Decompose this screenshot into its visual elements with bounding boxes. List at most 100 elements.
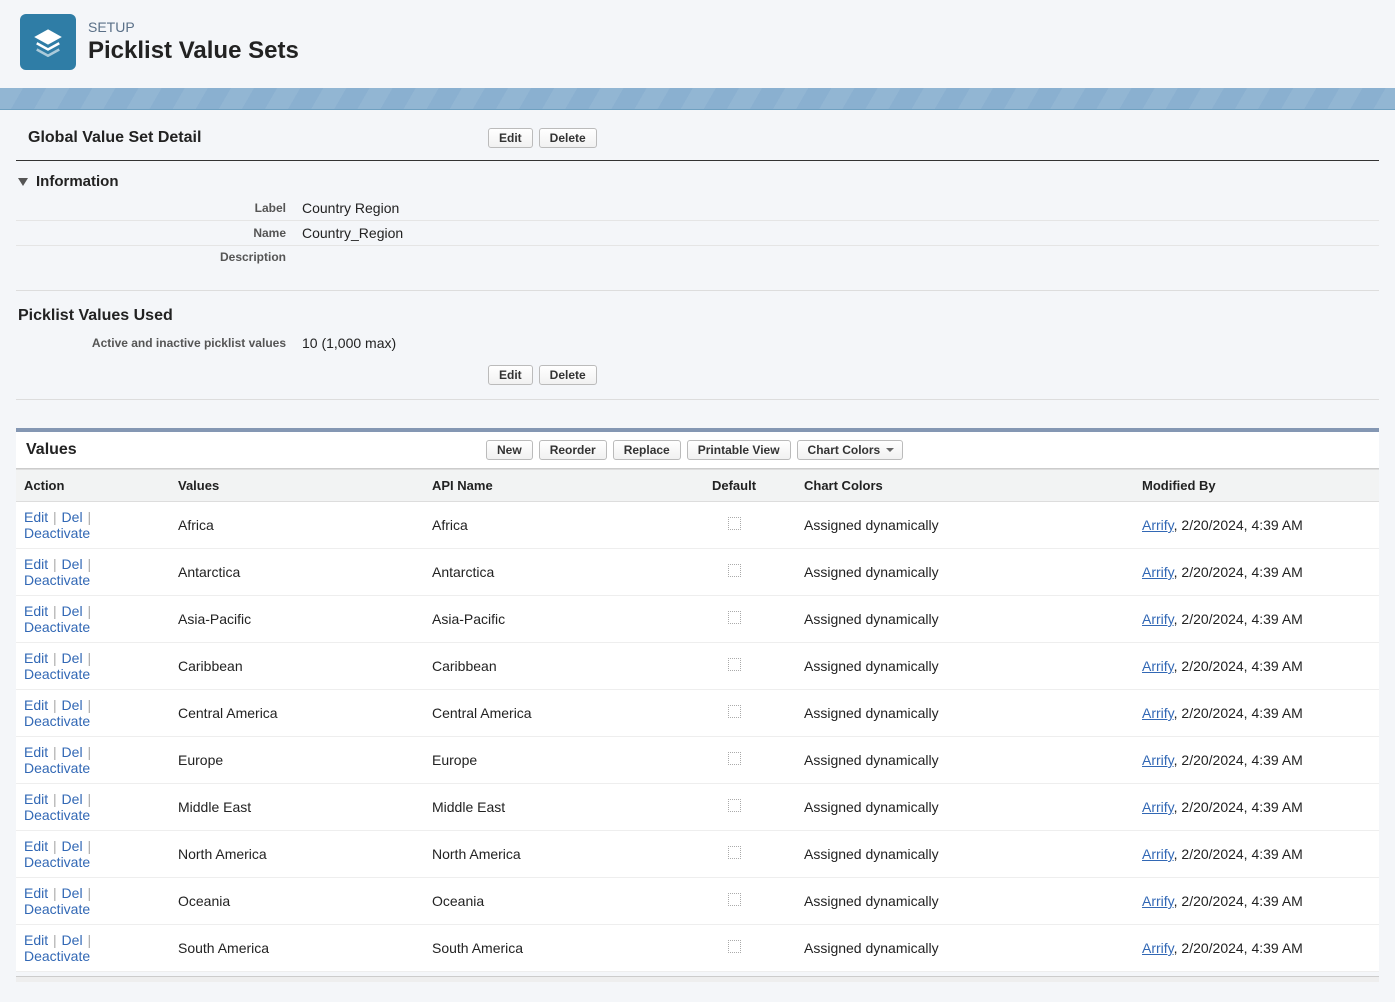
row-value: Oceania	[170, 878, 424, 925]
label-field-value: Country Region	[294, 196, 1379, 221]
table-row: Edit | Del | DeactivateSouth AmericaSout…	[16, 925, 1379, 972]
setup-layers-icon	[20, 14, 76, 70]
default-unchecked-icon	[728, 564, 741, 577]
picklist-count-value: 10 (1,000 max)	[294, 331, 1379, 355]
default-unchecked-icon	[728, 705, 741, 718]
row-modified-user-link[interactable]: Arrify	[1142, 658, 1174, 674]
row-deactivate-link[interactable]: Deactivate	[24, 713, 90, 729]
row-chart-colors: Assigned dynamically	[796, 831, 1134, 878]
printable-view-button[interactable]: Printable View	[687, 440, 791, 460]
picklist-used-table: Active and inactive picklist values 10 (…	[16, 331, 1379, 355]
caret-down-icon	[18, 178, 28, 186]
row-modified-user-link[interactable]: Arrify	[1142, 846, 1174, 862]
header-kicker: SETUP	[88, 19, 299, 35]
row-chart-colors: Assigned dynamically	[796, 878, 1134, 925]
table-row: Edit | Del | DeactivateAntarcticaAntarct…	[16, 549, 1379, 596]
row-modified-user-link[interactable]: Arrify	[1142, 564, 1174, 580]
table-row: Edit | Del | DeactivateCaribbeanCaribbea…	[16, 643, 1379, 690]
row-value: Asia-Pacific	[170, 596, 424, 643]
row-edit-link[interactable]: Edit	[24, 603, 48, 619]
page-header: SETUP Picklist Value Sets	[0, 0, 1395, 88]
row-modified-timestamp: , 2/20/2024, 4:39 AM	[1174, 799, 1303, 815]
row-edit-link[interactable]: Edit	[24, 791, 48, 807]
row-deactivate-link[interactable]: Deactivate	[24, 760, 90, 776]
information-collapsible-header[interactable]: Information	[16, 161, 1379, 196]
new-value-button[interactable]: New	[486, 440, 533, 460]
default-unchecked-icon	[728, 517, 741, 530]
row-value: North America	[170, 831, 424, 878]
row-del-link[interactable]: Del	[62, 885, 83, 901]
row-modified-user-link[interactable]: Arrify	[1142, 611, 1174, 627]
row-edit-link[interactable]: Edit	[24, 932, 48, 948]
row-value: Middle East	[170, 784, 424, 831]
row-del-link[interactable]: Del	[62, 603, 83, 619]
row-edit-link[interactable]: Edit	[24, 697, 48, 713]
delete-button-top[interactable]: Delete	[539, 128, 597, 148]
name-field-value: Country_Region	[294, 221, 1379, 246]
row-edit-link[interactable]: Edit	[24, 838, 48, 854]
row-modified-user-link[interactable]: Arrify	[1142, 705, 1174, 721]
row-chart-colors: Assigned dynamically	[796, 596, 1134, 643]
default-unchecked-icon	[728, 752, 741, 765]
row-api-name: Asia-Pacific	[424, 596, 672, 643]
row-del-link[interactable]: Del	[62, 932, 83, 948]
row-api-name: North America	[424, 831, 672, 878]
row-deactivate-link[interactable]: Deactivate	[24, 948, 90, 964]
row-modified-user-link[interactable]: Arrify	[1142, 799, 1174, 815]
row-edit-link[interactable]: Edit	[24, 650, 48, 666]
row-modified-timestamp: , 2/20/2024, 4:39 AM	[1174, 564, 1303, 580]
edit-button-top[interactable]: Edit	[488, 128, 533, 148]
information-table: Label Country Region Name Country_Region…	[16, 196, 1379, 268]
row-modified-user-link[interactable]: Arrify	[1142, 940, 1174, 956]
replace-button[interactable]: Replace	[613, 440, 681, 460]
row-modified-timestamp: , 2/20/2024, 4:39 AM	[1174, 611, 1303, 627]
table-row: Edit | Del | DeactivateNorth AmericaNort…	[16, 831, 1379, 878]
row-del-link[interactable]: Del	[62, 744, 83, 760]
row-deactivate-link[interactable]: Deactivate	[24, 854, 90, 870]
description-field-label: Description	[16, 246, 294, 269]
row-value: Central America	[170, 690, 424, 737]
row-del-link[interactable]: Del	[62, 791, 83, 807]
delete-button-bottom[interactable]: Delete	[539, 365, 597, 385]
row-api-name: Oceania	[424, 878, 672, 925]
row-chart-colors: Assigned dynamically	[796, 925, 1134, 972]
col-header-action: Action	[16, 470, 170, 502]
row-api-name: Africa	[424, 502, 672, 549]
table-row: Edit | Del | DeactivateEuropeEuropeAssig…	[16, 737, 1379, 784]
reorder-button[interactable]: Reorder	[539, 440, 607, 460]
row-modified-user-link[interactable]: Arrify	[1142, 517, 1174, 533]
table-row: Edit | Del | DeactivateOceaniaOceaniaAss…	[16, 878, 1379, 925]
row-deactivate-link[interactable]: Deactivate	[24, 901, 90, 917]
row-edit-link[interactable]: Edit	[24, 556, 48, 572]
header-decorative-border	[0, 88, 1395, 110]
row-deactivate-link[interactable]: Deactivate	[24, 666, 90, 682]
row-deactivate-link[interactable]: Deactivate	[24, 572, 90, 588]
row-deactivate-link[interactable]: Deactivate	[24, 807, 90, 823]
row-deactivate-link[interactable]: Deactivate	[24, 619, 90, 635]
row-chart-colors: Assigned dynamically	[796, 502, 1134, 549]
row-edit-link[interactable]: Edit	[24, 744, 48, 760]
edit-button-bottom[interactable]: Edit	[488, 365, 533, 385]
row-value: Europe	[170, 737, 424, 784]
name-field-label: Name	[16, 221, 294, 246]
detail-actions-bottom: Edit Delete	[16, 355, 1379, 400]
page-title: Picklist Value Sets	[88, 37, 299, 65]
row-deactivate-link[interactable]: Deactivate	[24, 525, 90, 541]
picklist-count-label: Active and inactive picklist values	[16, 331, 294, 355]
row-edit-link[interactable]: Edit	[24, 509, 48, 525]
row-del-link[interactable]: Del	[62, 556, 83, 572]
picklist-used-title: Picklist Values Used	[16, 291, 1379, 331]
values-section-title: Values	[26, 441, 486, 459]
chart-colors-dropdown[interactable]: Chart Colors	[797, 440, 904, 460]
row-edit-link[interactable]: Edit	[24, 885, 48, 901]
row-modified-user-link[interactable]: Arrify	[1142, 893, 1174, 909]
row-del-link[interactable]: Del	[62, 509, 83, 525]
row-del-link[interactable]: Del	[62, 697, 83, 713]
row-del-link[interactable]: Del	[62, 650, 83, 666]
label-field-label: Label	[16, 196, 294, 221]
row-value: South America	[170, 925, 424, 972]
row-modified-user-link[interactable]: Arrify	[1142, 752, 1174, 768]
row-value: Caribbean	[170, 643, 424, 690]
row-chart-colors: Assigned dynamically	[796, 690, 1134, 737]
row-del-link[interactable]: Del	[62, 838, 83, 854]
